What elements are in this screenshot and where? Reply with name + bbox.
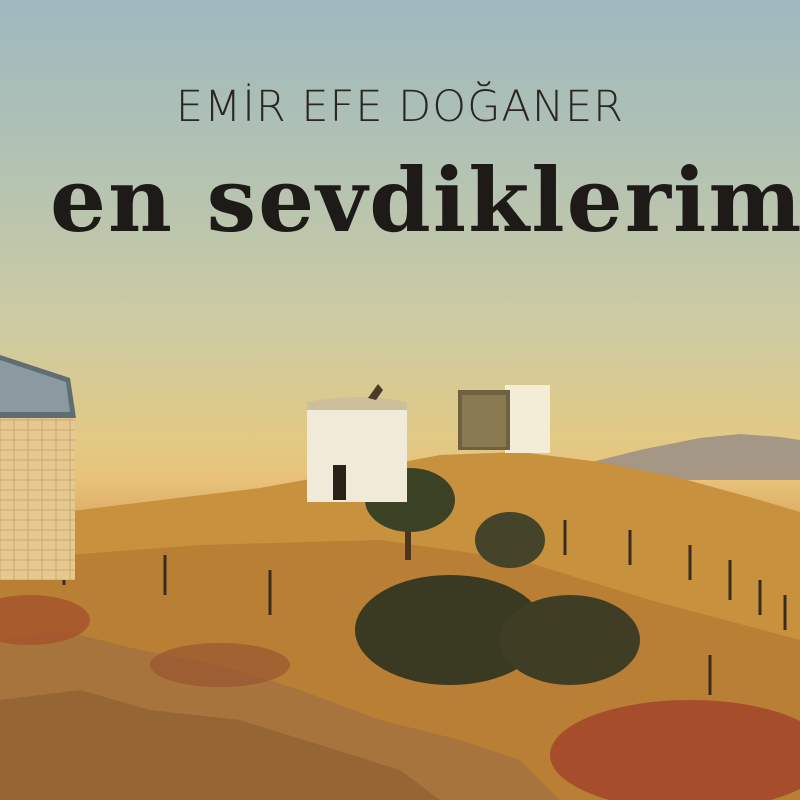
- album-title: en sevdiklerim: [50, 148, 800, 252]
- windmill-right: [458, 385, 550, 453]
- windmill-left: [0, 355, 76, 580]
- windmill-middle: [307, 384, 407, 502]
- album-cover: EMİR EFE DOĞANER en sevdiklerim: [0, 0, 800, 800]
- artist-name: EMİR EFE DOĞANER: [175, 82, 625, 132]
